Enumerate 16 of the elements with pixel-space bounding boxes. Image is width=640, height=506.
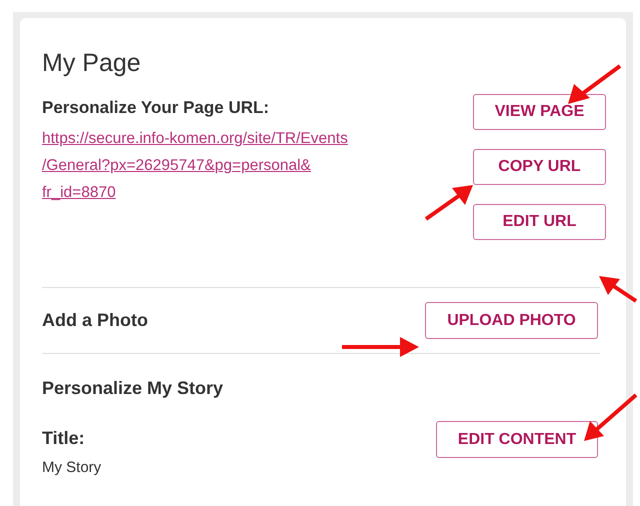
section-label: Personalize Your Page URL: (42, 97, 270, 119)
page-url-link[interactable]: https://secure.info-komen.org/site/TR/Events /General?px=26295747&pg=personal& fr_id=8870 (42, 125, 348, 206)
section-heading: Personalize My Story (42, 377, 224, 400)
field-label: Title: (42, 427, 85, 450)
section-label: Add a Photo (42, 309, 148, 332)
edit-content-button[interactable]: EDIT CONTENT (436, 421, 598, 458)
annotation-arrow (568, 64, 622, 104)
view-page-button[interactable]: VIEW PAGE (473, 94, 606, 130)
page-title: My Page (42, 48, 142, 79)
annotation-arrow (584, 394, 638, 441)
annotation-arrow (599, 276, 638, 303)
upload-photo-button[interactable]: UPLOAD PHOTO (425, 302, 598, 339)
annotation-arrow (424, 185, 473, 221)
edit-url-button[interactable]: EDIT URL (473, 204, 606, 240)
field-value: My Story (42, 458, 102, 478)
copy-url-button[interactable]: COPY URL (473, 149, 606, 185)
